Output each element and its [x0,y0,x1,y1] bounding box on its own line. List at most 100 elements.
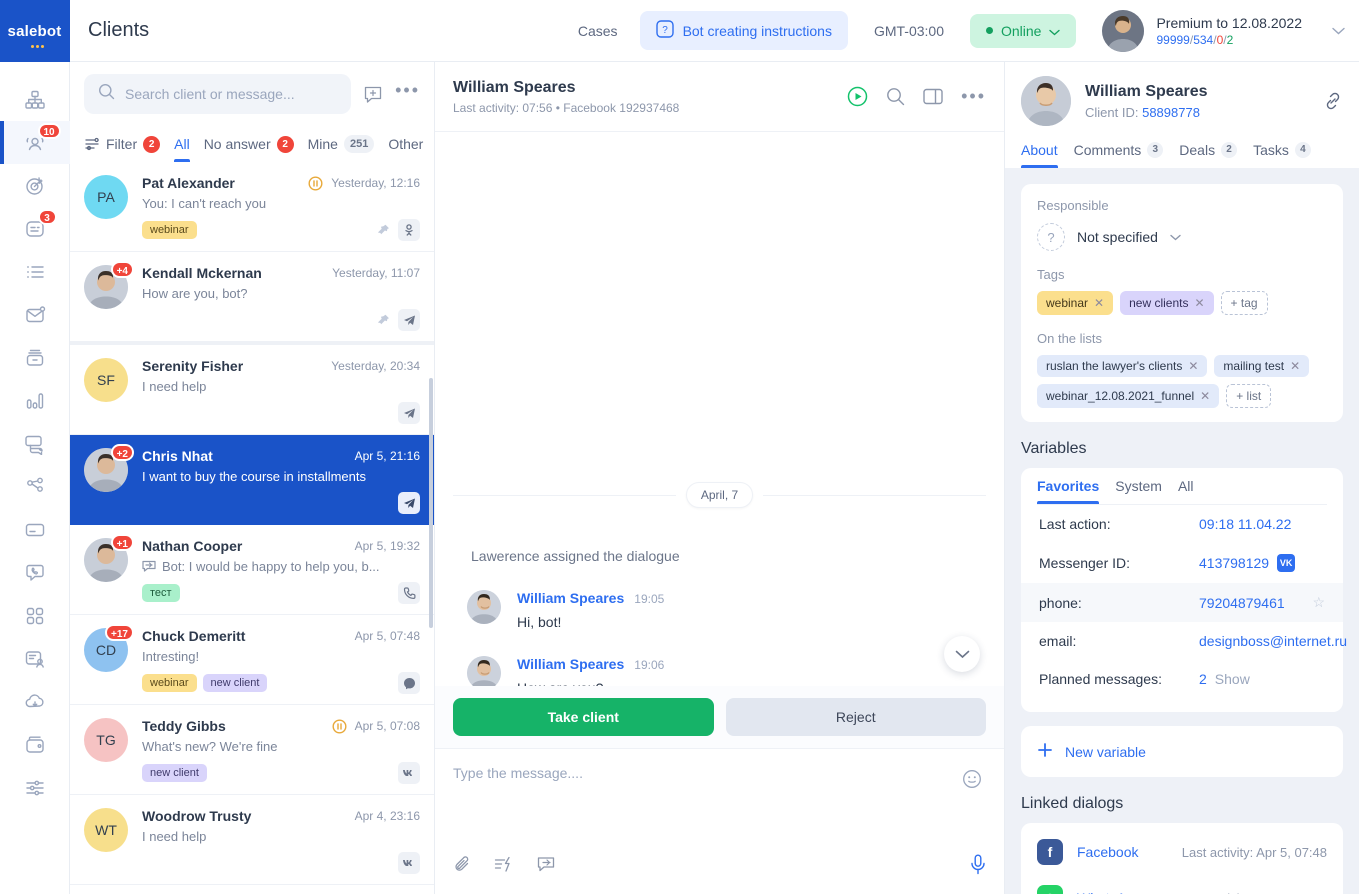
variable-extra-link[interactable]: Show [1215,671,1250,687]
sidebar-item-settings[interactable] [0,766,70,809]
client-tag[interactable]: new client [142,764,207,782]
sidebar-item-payments[interactable] [0,508,70,551]
sidebar-item-cloud[interactable] [0,680,70,723]
add-tag-button[interactable]: + tag [1220,291,1268,315]
play-icon[interactable] [847,86,868,107]
bot-instructions-button[interactable]: ? Bot creating instructions [639,11,848,50]
scroll-to-bottom-icon[interactable] [944,636,980,672]
message-author[interactable]: William Speares [517,656,624,672]
close-icon[interactable]: ✕ [1094,296,1104,310]
client-list-item[interactable]: PA Pat Alexander Yesterday, 12:16 You: I ca… [70,162,434,252]
sidebar-item-structure[interactable] [0,78,70,121]
quick-reply-icon[interactable] [494,855,514,879]
sidebar-item-chats[interactable] [0,422,70,465]
split-view-icon[interactable] [923,87,943,106]
message-input[interactable] [453,765,958,781]
take-client-button[interactable]: Take client [453,698,714,736]
app-logo[interactable]: salebot [0,0,70,62]
sidebar-item-mailings[interactable] [0,293,70,336]
sidebar-item-contacts[interactable] [0,637,70,680]
client-tag[interactable]: webinar [142,674,197,692]
telegram-icon[interactable] [398,402,420,424]
search-box[interactable] [84,74,352,114]
client-list-item[interactable]: +2 Chris Nhat Apr 5, 21:16 I want to buy th… [70,435,434,525]
add-list-button[interactable]: + list [1226,384,1272,408]
client-list[interactable]: PA Pat Alexander Yesterday, 12:16 You: I ca… [70,162,434,894]
status-dropdown[interactable]: Online [970,13,1077,48]
list-tab-no-answer[interactable]: No answer 2 [204,126,294,162]
list-tab-filter[interactable]: Filter 2 [84,126,161,162]
linked-dialog-name[interactable]: Facebook [1077,844,1182,860]
client-list-item[interactable]: CD +17 Chuck Demeritt Apr 5, 07:48 Intrestin… [70,615,434,705]
vk-icon[interactable] [398,762,420,784]
pin-icon[interactable] [377,314,390,327]
variable-row[interactable]: Planned messages: 2 Show [1037,660,1327,698]
ok-icon[interactable] [398,219,420,241]
client-list-item[interactable]: WT Woodrow Trusty Apr 4, 23:16 I need help [70,795,434,885]
star-icon[interactable]: ☆ [1312,594,1325,611]
client-list-item[interactable]: TG Teddy Gibbs Apr 5, 07:08 What's new? We'… [70,705,434,795]
emoji-icon[interactable] [958,765,986,793]
client-list-item[interactable]: SF Serenity Fisher Yesterday, 20:34 I need … [70,345,434,435]
close-icon[interactable]: ✕ [1290,359,1300,373]
client-tag[interactable]: webinar [142,221,197,239]
sidebar-item-calls[interactable] [0,551,70,594]
variable-value[interactable]: 09:18 11.04.22 [1199,516,1291,532]
sidebar-item-wallet[interactable] [0,723,70,766]
list-tab-other[interactable]: Other [388,126,423,162]
details-tab-about[interactable]: About [1021,142,1058,168]
responsible-row[interactable]: ? Not specified [1037,223,1327,251]
variable-row[interactable]: email: designboss@internet.ru [1037,622,1347,660]
client-list-item[interactable]: +4 Kendall Mckernan Yesterday, 11:07 How ar… [70,252,434,345]
variables-tab-system[interactable]: System [1115,478,1162,504]
sidebar-item-integrations[interactable] [0,465,70,508]
variable-value[interactable]: designboss@internet.ru [1199,633,1347,649]
account-menu-chevron-icon[interactable] [1332,22,1345,40]
client-list-item[interactable]: +1 Nathan Cooper Apr 5, 19:32 Bot: I would … [70,525,434,615]
list-chip[interactable]: mailing test ✕ [1214,355,1310,377]
variable-row[interactable]: Last action: 09:18 11.04.22 [1037,505,1327,543]
sidebar-item-goals[interactable] [0,164,70,207]
pin-icon[interactable] [377,224,390,237]
reject-button[interactable]: Reject [725,698,986,736]
microphone-icon[interactable] [970,854,986,880]
close-icon[interactable]: ✕ [1188,359,1198,373]
list-tab-all[interactable]: All [174,126,190,162]
vk-icon[interactable] [398,852,420,874]
sidebar-item-apps[interactable] [0,594,70,637]
tag-chip[interactable]: webinar ✕ [1037,291,1114,315]
sidebar-item-clients[interactable]: 10 [0,121,70,164]
viber-icon[interactable] [398,582,420,604]
list-scrollbar[interactable] [429,378,433,628]
attachment-icon[interactable] [453,855,472,879]
details-tab-comments[interactable]: Comments 3 [1074,142,1164,168]
list-tab-mine[interactable]: Mine 251 [308,126,375,162]
variables-tab-all[interactable]: All [1178,478,1194,504]
variable-value[interactable]: 2 [1199,671,1207,687]
list-chip[interactable]: ruslan the lawyer's clients ✕ [1037,355,1208,377]
telegram-icon[interactable] [398,492,420,514]
cases-link[interactable]: Cases [578,23,618,39]
linked-dialog-row[interactable]: ◎ WhatsAppLast activity: Apr 5, 07:48 [1037,875,1327,894]
sidebar-item-statistics[interactable] [0,379,70,422]
new-chat-icon[interactable] [359,80,387,108]
messenger-icon[interactable] [398,672,420,694]
user-account[interactable]: Premium to 12.08.2022 99999/534/0/2 [1102,9,1302,52]
variable-row[interactable]: Messenger ID: 413798129 VK [1037,543,1327,583]
client-tag[interactable]: тест [142,584,180,602]
message-author[interactable]: William Speares [517,590,624,606]
sidebar-item-lists[interactable] [0,250,70,293]
new-variable-button[interactable]: New variable [1021,726,1343,777]
close-icon[interactable]: ✕ [1194,296,1204,310]
link-icon[interactable] [1323,91,1343,111]
sidebar-item-archive[interactable] [0,336,70,379]
list-chip[interactable]: webinar_12.08.2021_funnel ✕ [1037,384,1220,408]
tag-chip[interactable]: new clients ✕ [1120,291,1214,315]
client-list-item[interactable]: +2Audrey SimmmonsApr 4, 23:08Bot: I woul… [70,885,434,894]
details-tab-deals[interactable]: Deals 2 [1179,142,1238,168]
variable-row[interactable]: phone: 79204879461 ☆ [1021,583,1343,622]
variable-value[interactable]: 413798129 [1199,555,1269,571]
close-icon[interactable]: ✕ [1200,389,1210,403]
linked-dialog-name[interactable]: WhatsApp [1077,890,1182,894]
variables-tab-favorites[interactable]: Favorites [1037,478,1100,504]
